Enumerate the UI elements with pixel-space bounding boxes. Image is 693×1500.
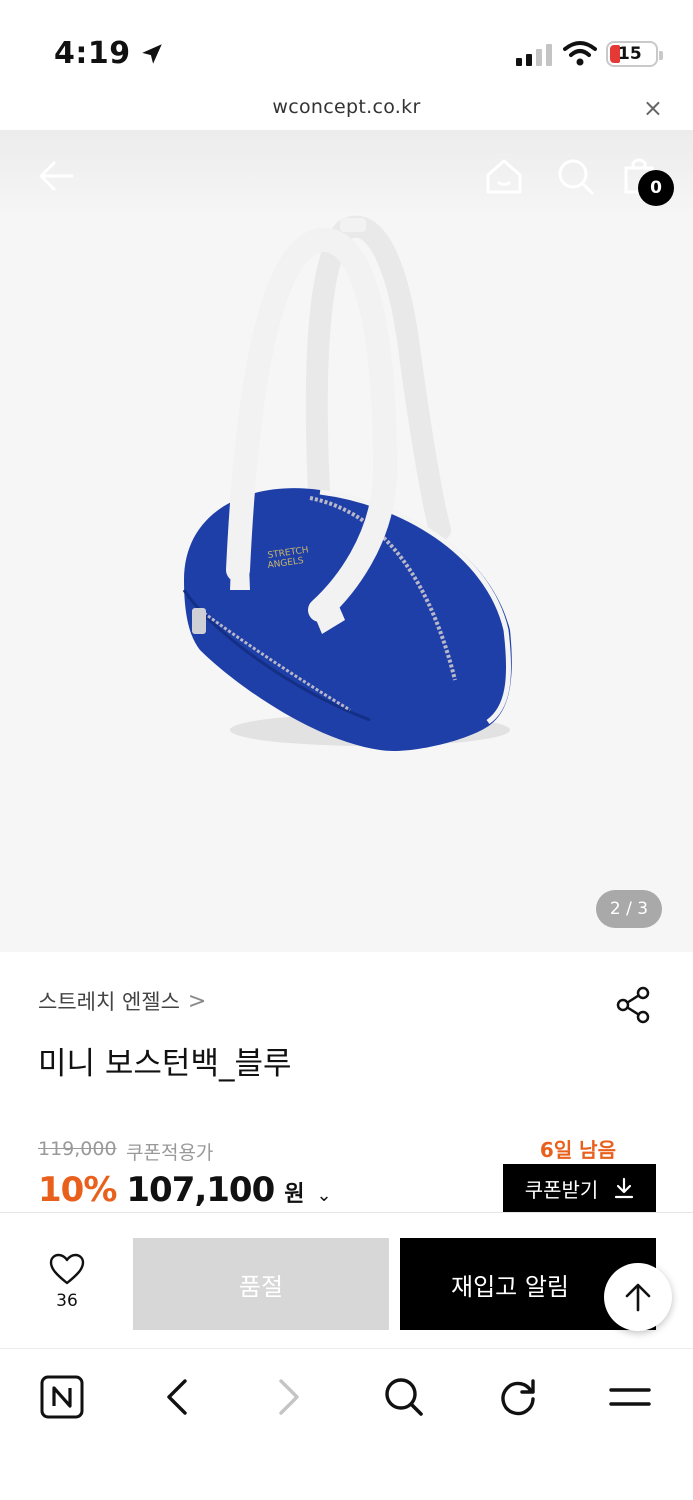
arrow-up-icon [625, 1283, 651, 1312]
download-icon [615, 1177, 634, 1199]
chevron-right-icon: > [187, 988, 207, 1014]
battery-level: 15 [618, 44, 642, 64]
get-coupon-button[interactable]: 쿠폰받기 [503, 1164, 656, 1212]
browser-search-button[interactable] [380, 1373, 428, 1421]
menu-icon [609, 1388, 651, 1406]
coupon-days-left: 6일 남음 [539, 1138, 616, 1162]
browser-menu-button[interactable] [606, 1373, 654, 1421]
browser-toolbar [0, 1348, 693, 1500]
soldout-button[interactable]: 품절 [133, 1238, 389, 1330]
browser-back-button[interactable] [152, 1373, 200, 1421]
status-time: 4:19 [54, 36, 165, 71]
refresh-icon [501, 1379, 535, 1416]
browser-forward-button[interactable] [266, 1373, 314, 1421]
wifi-icon [563, 41, 597, 66]
naver-home-button[interactable] [38, 1373, 86, 1421]
cellular-signal-icon [516, 44, 552, 66]
get-coupon-label: 쿠폰받기 [524, 1179, 599, 1202]
price-row[interactable]: 10% 107,100 원 ⌄ [38, 1170, 332, 1210]
chevron-left-icon [167, 1379, 187, 1415]
product-image-gallery[interactable]: 0 STRETCH ANGELS 2 / 3 [0, 130, 693, 952]
naver-n-icon [40, 1375, 84, 1419]
location-arrow-icon [141, 43, 162, 64]
original-price: 119,000 [38, 1138, 117, 1160]
url-bar[interactable]: wconcept.co.kr × [0, 92, 693, 130]
sale-price: 107,100 [126, 1170, 275, 1210]
like-count: 36 [56, 1291, 78, 1311]
discount-rate: 10% [38, 1170, 117, 1210]
product-image: STRETCH ANGELS [182, 215, 512, 751]
cart-count-badge[interactable]: 0 [638, 170, 674, 206]
home-icon[interactable] [484, 156, 524, 196]
image-page-indicator: 2 / 3 [596, 890, 662, 928]
chevron-right-icon [279, 1379, 299, 1415]
currency-unit: 원 [284, 1182, 305, 1207]
purchase-action-bar: 36 품절 재입고 알림 [0, 1212, 693, 1348]
product-header-nav: 0 [0, 130, 693, 222]
heart-icon[interactable] [49, 1253, 85, 1285]
brand-name[interactable]: 스트레치 엔젤스 [38, 986, 180, 1016]
status-bar: 4:19 15 [0, 0, 693, 92]
search-icon [385, 1378, 423, 1416]
url-text[interactable]: wconcept.co.kr [0, 96, 693, 118]
like-button[interactable]: 36 [40, 1253, 94, 1311]
product-title: 미니 보스턴백_블루 [38, 1046, 292, 1082]
browser-refresh-button[interactable] [494, 1373, 542, 1421]
search-icon[interactable] [555, 156, 595, 196]
share-icon[interactable] [614, 986, 652, 1024]
status-time-text: 4:19 [54, 36, 131, 71]
brand-link[interactable]: 스트레치 엔젤스 > [38, 986, 206, 1016]
scroll-to-top-button[interactable] [604, 1263, 672, 1331]
battery-indicator: 15 [606, 41, 663, 67]
back-arrow-icon[interactable] [36, 156, 76, 196]
coupon-price-label: 쿠폰적용가 [126, 1142, 214, 1164]
chevron-down-icon[interactable]: ⌄ [317, 1185, 332, 1206]
close-icon[interactable]: × [643, 94, 663, 122]
